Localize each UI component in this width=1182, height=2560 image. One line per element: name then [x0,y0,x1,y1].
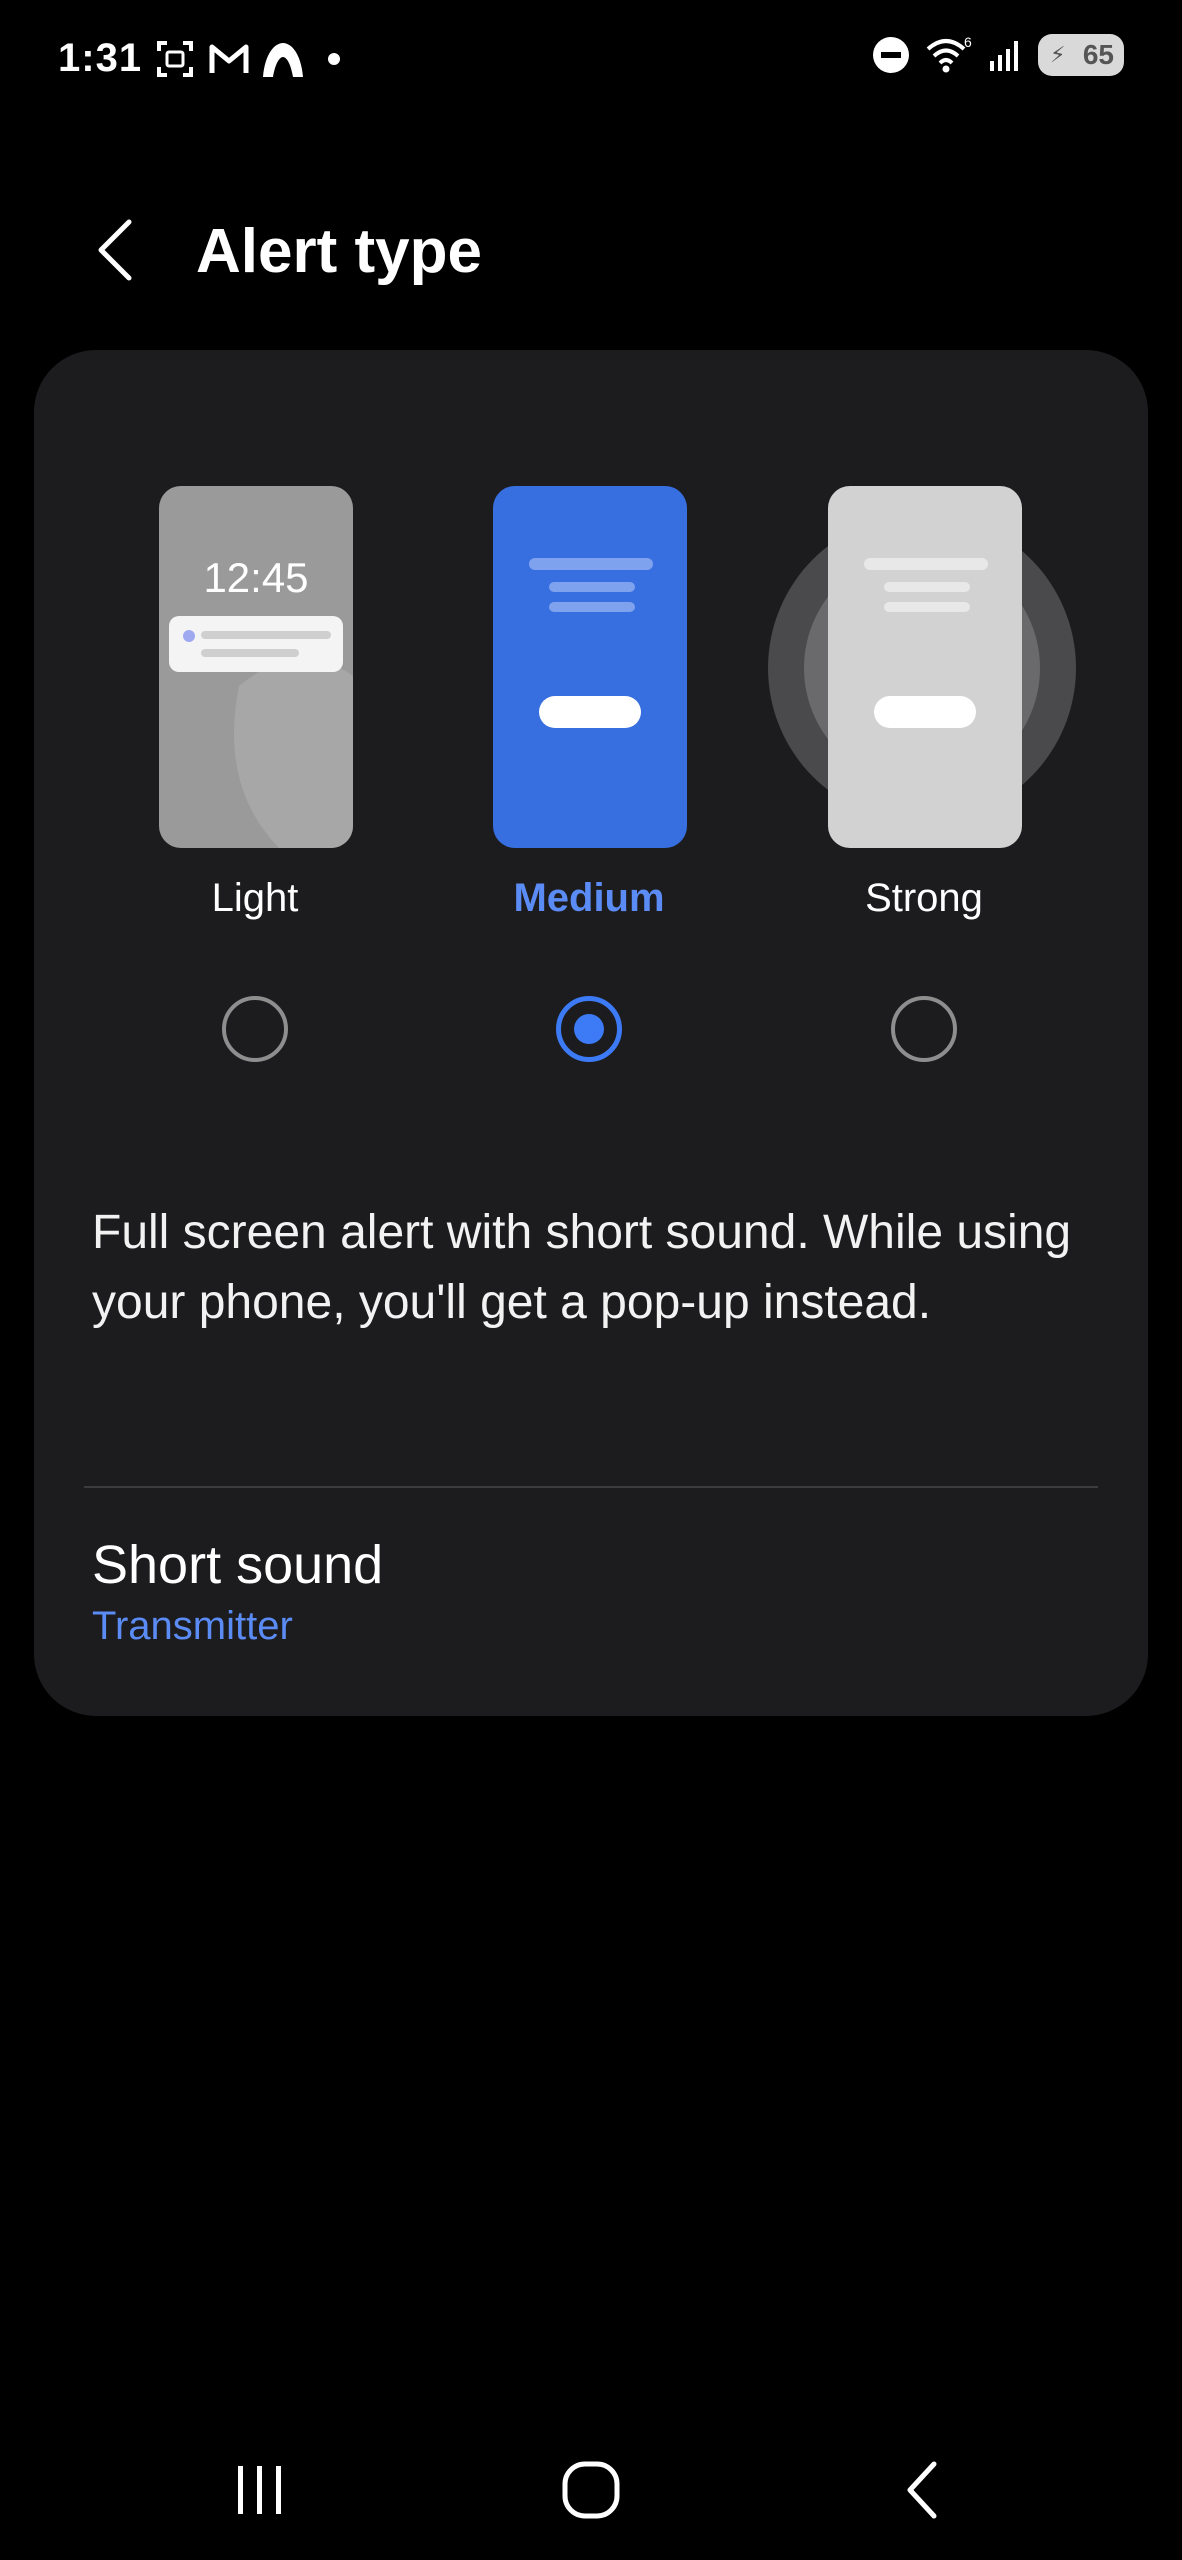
option-light[interactable]: 12:45 Light [105,350,405,1130]
screenshot-icon [152,36,198,82]
status-time: 1:31 [58,36,143,80]
recent-apps-icon [238,2466,281,2514]
notification-dot-icon [328,53,340,65]
status-right-icons: 6 ⚡ 65 [858,34,1124,76]
alert-description: Full screen alert with short sound. Whil… [92,1206,1072,1329]
option-medium-label: Medium [513,876,665,920]
page-title: Alert type [196,217,482,286]
status-bar: 1:31 6 ⚡ 65 [0,0,1182,120]
battery-icon: ⚡ 65 [1038,34,1124,76]
option-strong-radio[interactable] [891,996,957,1062]
alert-type-card: 12:45 Light Medium Strong Full screen al… [34,350,1148,1716]
navigation-bar [0,2420,1182,2560]
wifi-icon: 6 [924,35,974,75]
medium-preview-image [493,486,687,848]
back-nav-icon [907,2461,937,2519]
back-button[interactable] [80,210,150,290]
do-not-disturb-icon [872,36,910,74]
option-medium[interactable]: Medium [439,350,739,1130]
option-strong[interactable]: Strong [768,350,1076,1130]
preview-clock: 12:45 [203,554,309,601]
option-strong-label: Strong [865,876,983,920]
short-sound-title: Short sound [92,1535,384,1595]
back-nav-button[interactable] [862,2450,982,2530]
option-light-radio[interactable] [222,996,288,1062]
home-button[interactable] [531,2450,651,2530]
short-sound-setting[interactable]: Short sound Transmitter [92,1534,1092,1664]
recent-apps-button[interactable] [200,2450,320,2530]
app-icon [260,36,306,82]
charging-leaf-icon: ⚡ [1050,42,1066,67]
gmail-icon [206,36,252,82]
option-medium-radio[interactable] [556,996,622,1062]
home-icon [562,2461,620,2519]
header: Alert type [0,190,1182,310]
option-light-label: Light [211,876,299,920]
status-left-icons [152,36,340,82]
divider [84,1486,1098,1488]
short-sound-value: Transmitter [92,1604,293,1648]
light-preview-image: 12:45 [159,486,353,848]
chevron-left-icon [98,219,132,281]
signal-icon [988,37,1024,73]
battery-level: 65 [1082,39,1114,70]
wifi-badge: 6 [964,35,972,50]
strong-preview-image [828,486,1022,848]
